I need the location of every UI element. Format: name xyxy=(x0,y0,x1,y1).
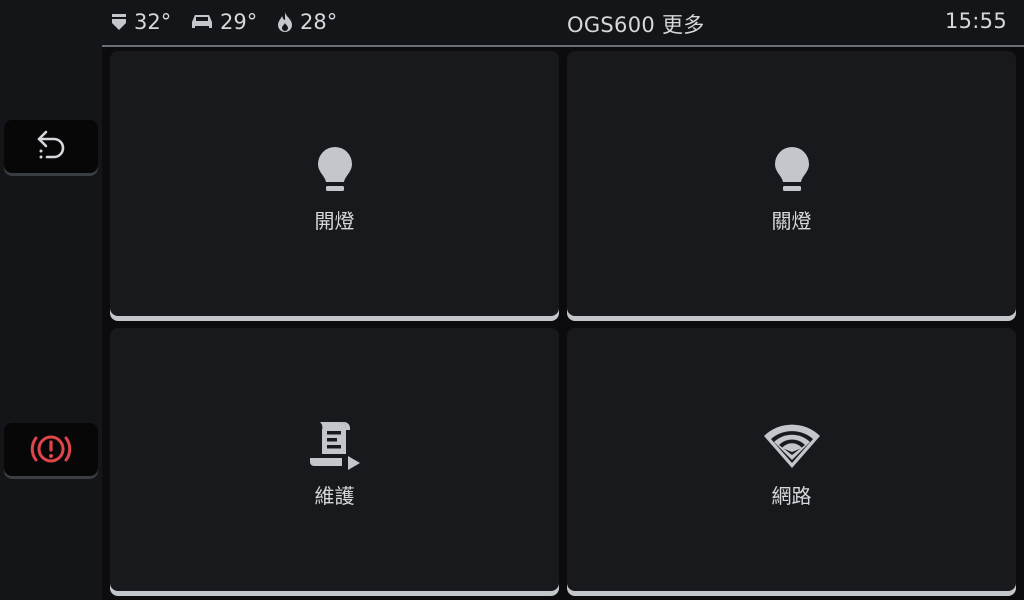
back-button[interactable] xyxy=(4,120,98,176)
maintenance-button[interactable]: 維護 xyxy=(110,328,559,596)
brake-alarm-button[interactable] xyxy=(4,423,98,479)
sidebar xyxy=(0,0,102,600)
wifi-icon xyxy=(763,420,821,476)
stat-1-value: 32° xyxy=(134,10,172,34)
script-play-icon xyxy=(308,420,362,476)
brake-warning-icon xyxy=(28,430,74,472)
page-title: OGS600 更多 xyxy=(567,13,705,37)
tile-label: 關燈 xyxy=(771,209,812,233)
network-button[interactable]: 網路 xyxy=(567,328,1016,596)
lightbulb-icon xyxy=(772,145,812,201)
light-off-button[interactable]: 關燈 xyxy=(567,51,1016,321)
flame-icon xyxy=(276,11,294,33)
car-seat-icon xyxy=(190,13,214,31)
status-stat-1: 32° xyxy=(110,10,171,34)
top-bar: 32° 29° 28° OGS600 更多 15:55 xyxy=(102,0,1024,45)
light-on-button[interactable]: 開燈 xyxy=(110,51,559,321)
main-grid: 開燈 關燈 維護 網路 xyxy=(102,47,1024,600)
undo-icon xyxy=(35,128,67,168)
lightbulb-icon xyxy=(315,145,355,201)
clock: 15:55 xyxy=(944,9,1007,33)
status-stat-3: 28° xyxy=(276,10,337,34)
status-stat-2: 29° xyxy=(190,10,257,34)
tile-label: 開燈 xyxy=(314,209,355,233)
shovel-down-icon xyxy=(110,12,128,32)
stat-3-value: 28° xyxy=(300,10,338,34)
tile-label: 維護 xyxy=(314,484,355,508)
stat-2-value: 29° xyxy=(220,10,258,34)
tile-label: 網路 xyxy=(771,484,812,508)
app-root: 32° 29° 28° OGS600 更多 15:55 開燈 關燈 維護 網路 xyxy=(0,0,1024,600)
